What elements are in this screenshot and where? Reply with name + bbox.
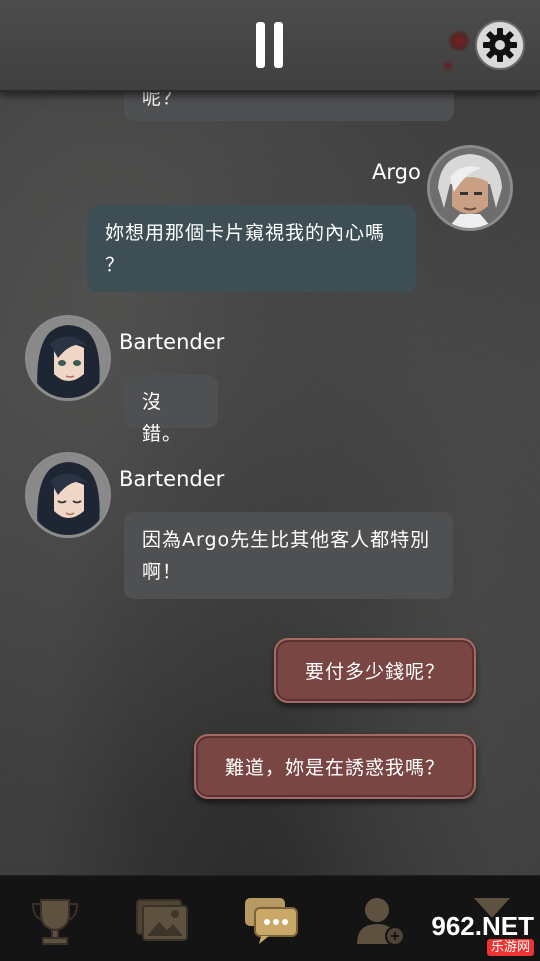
speaker-name-bartender: Bartender xyxy=(119,467,225,491)
choice-label: 難道，妳是在誘惑我嗎？ xyxy=(224,757,445,779)
watermark-brand: 962.NET xyxy=(431,910,534,941)
message-text: 沒錯。 xyxy=(142,391,183,445)
message-bubble: 妳想用那個卡片窺視我的內心嗎 ？ xyxy=(87,205,416,292)
pause-icon xyxy=(256,22,265,68)
nav-achievements[interactable] xyxy=(25,890,85,950)
speaker-name-argo: Argo xyxy=(372,160,421,184)
nav-gallery[interactable] xyxy=(131,890,191,950)
trophy-icon xyxy=(31,899,79,945)
argo-avatar xyxy=(427,145,513,231)
top-bar xyxy=(0,0,540,92)
chat-icon xyxy=(245,898,298,944)
message-text-line1: 妳想用那個卡片窺視我的內心嗎 xyxy=(105,222,386,244)
choice-button[interactable]: 難道，妳是在誘惑我嗎？ xyxy=(194,734,476,799)
chat-log[interactable]: 呢？ Argo 妳想用那個卡片窺視我的內心嗎 ？ Bartender 沒錯。 B… xyxy=(0,0,540,875)
blood-splatter xyxy=(442,60,454,72)
watermark-sub: 乐游网 xyxy=(486,938,534,956)
choice-label: 要付多少錢呢？ xyxy=(304,661,445,683)
gear-icon xyxy=(483,28,517,62)
nav-chat[interactable] xyxy=(241,890,301,950)
message-text-line1: 因為Argo先生比其他客人都特別 xyxy=(142,529,431,551)
message-bubble: 因為Argo先生比其他客人都特別 啊！ xyxy=(124,512,453,599)
pause-button[interactable] xyxy=(250,22,290,68)
gallery-icon xyxy=(136,899,188,941)
watermark-logo: 962.NET 乐游网 xyxy=(398,908,540,960)
message-text-line2: 啊！ xyxy=(142,561,183,583)
speaker-name-bartender: Bartender xyxy=(119,330,225,354)
settings-button[interactable] xyxy=(475,20,525,70)
choice-button[interactable]: 要付多少錢呢？ xyxy=(274,638,476,703)
pause-icon-bar xyxy=(274,22,283,68)
blood-splatter xyxy=(448,30,470,52)
bartender-avatar xyxy=(25,452,111,538)
bartender-avatar xyxy=(25,315,111,401)
message-text-line2: ？ xyxy=(105,254,126,276)
message-bubble: 沒錯。 xyxy=(124,375,218,445)
